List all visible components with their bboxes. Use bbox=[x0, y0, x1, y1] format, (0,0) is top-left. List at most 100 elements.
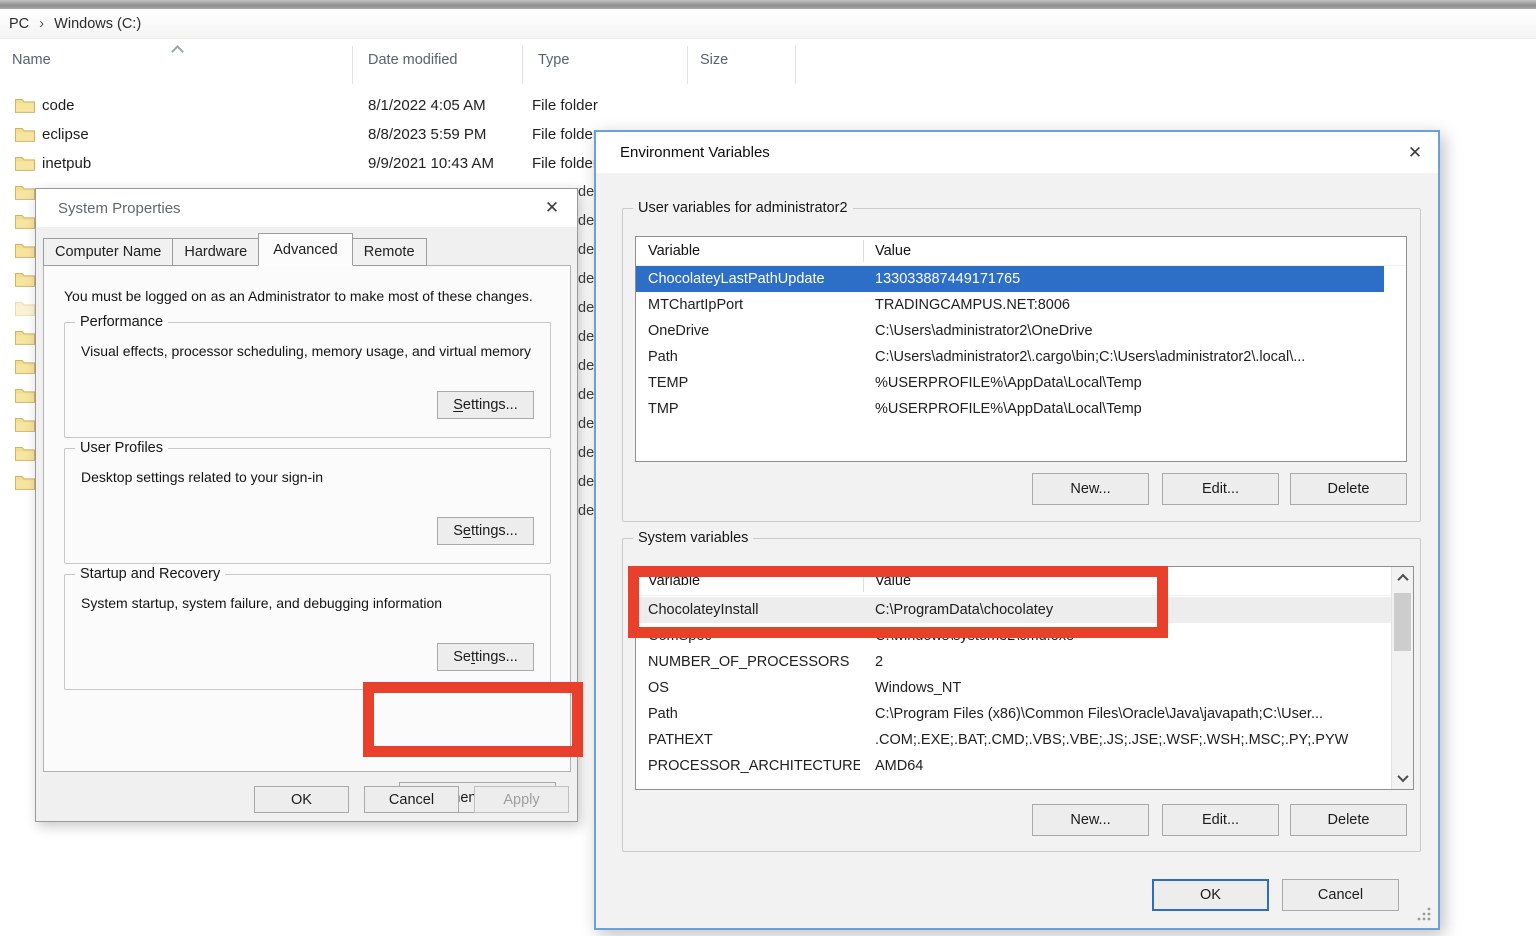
column-divider[interactable] bbox=[863, 570, 864, 592]
table-row[interactable]: Path C:\Users\administrator2\.cargo\bin;… bbox=[636, 344, 1406, 370]
close-icon[interactable]: ✕ bbox=[535, 189, 569, 227]
performance-group: Performance Visual effects, processor sc… bbox=[64, 322, 551, 438]
dialog-title: Environment Variables bbox=[620, 144, 770, 161]
table-row[interactable]: TMP %USERPROFILE%\AppData\Local\Temp bbox=[636, 396, 1406, 422]
clipped-file-type-text: de bbox=[578, 323, 594, 352]
button-mnemonic: e bbox=[463, 523, 471, 539]
cancel-button[interactable]: Cancel bbox=[1282, 879, 1399, 911]
system-edit-button[interactable]: Edit... bbox=[1162, 804, 1279, 836]
file-name[interactable]: inetpub bbox=[42, 149, 91, 178]
system-new-button[interactable]: New... bbox=[1032, 804, 1149, 836]
file-name[interactable]: eclipse bbox=[42, 120, 89, 149]
system-properties-titlebar[interactable]: System Properties ✕ bbox=[36, 189, 577, 227]
folder-icon bbox=[15, 387, 35, 403]
startup-recovery-group: Startup and Recovery System startup, sys… bbox=[64, 574, 551, 690]
table-row[interactable]: PROCESSOR_ARCHITECTURE AMD64 bbox=[636, 753, 1413, 779]
clipped-file-type-text: de bbox=[578, 294, 594, 323]
column-header-value[interactable]: Value bbox=[875, 567, 911, 595]
table-header[interactable]: Variable Value bbox=[636, 237, 1406, 265]
folder-icon bbox=[15, 126, 35, 142]
user-profiles-settings-button[interactable]: Settings... bbox=[437, 517, 534, 545]
table-row[interactable]: ComSpec C:\windows\system32\cmd.exe bbox=[636, 623, 1413, 649]
variable-name: TEMP bbox=[648, 370, 860, 396]
cancel-button[interactable]: Cancel bbox=[364, 786, 459, 813]
column-header-name[interactable]: Name bbox=[12, 52, 51, 68]
variable-value: %USERPROFILE%\AppData\Local\Temp bbox=[875, 370, 1380, 396]
user-new-button[interactable]: New... bbox=[1032, 473, 1149, 505]
clipped-file-type-text: de bbox=[578, 439, 594, 468]
group-description: System startup, system failure, and debu… bbox=[81, 595, 442, 611]
performance-settings-button[interactable]: Settings... bbox=[437, 391, 534, 419]
group-description: Desktop settings related to your sign-in bbox=[81, 469, 323, 485]
ok-button[interactable]: OK bbox=[1152, 879, 1269, 911]
ok-button[interactable]: OK bbox=[254, 786, 349, 813]
column-header-variable[interactable]: Variable bbox=[648, 237, 700, 265]
table-row[interactable]: OS Windows_NT bbox=[636, 675, 1413, 701]
table-row[interactable]: MTChartIpPort TRADINGCAMPUS.NET:8006 bbox=[636, 292, 1406, 318]
breadcrumb-chevron-icon: › bbox=[39, 15, 44, 32]
vertical-scrollbar[interactable] bbox=[1391, 567, 1413, 789]
folder-icon bbox=[15, 97, 35, 113]
column-divider bbox=[687, 46, 688, 84]
button-label: ttings... bbox=[471, 523, 518, 539]
scroll-down-button[interactable] bbox=[1392, 768, 1413, 788]
table-row[interactable]: TEMP %USERPROFILE%\AppData\Local\Temp bbox=[636, 370, 1406, 396]
breadcrumb-current[interactable]: Windows (C:) bbox=[54, 16, 141, 32]
file-name[interactable]: code bbox=[42, 91, 75, 120]
table-row-selected[interactable]: ChocolateyLastPathUpdate 133033887449171… bbox=[636, 266, 1384, 292]
tab-strip: Computer Name Hardware Advanced Remote bbox=[43, 236, 426, 266]
tab-label: Remote bbox=[364, 244, 415, 260]
column-header-date-modified[interactable]: Date modified bbox=[368, 52, 457, 68]
system-variables-table[interactable]: Variable Value ChocolateyInstall C:\Prog… bbox=[635, 566, 1414, 790]
chevron-down-icon bbox=[1397, 771, 1408, 782]
variable-name: PATHEXT bbox=[648, 727, 860, 753]
close-icon[interactable]: ✕ bbox=[1398, 132, 1432, 173]
breadcrumb-root[interactable]: PC bbox=[9, 16, 29, 32]
table-header[interactable]: Variable Value bbox=[636, 567, 1413, 595]
variable-name: ComSpec bbox=[648, 623, 860, 649]
variable-value: C:\Users\administrator2\OneDrive bbox=[875, 318, 1380, 344]
scrollbar-thumb[interactable] bbox=[1394, 593, 1411, 651]
scroll-up-button[interactable] bbox=[1392, 568, 1413, 588]
clipped-file-type-text: de bbox=[578, 178, 594, 207]
variable-name: PROCESSOR_ARCHITECTURE bbox=[648, 753, 860, 779]
tab-hardware[interactable]: Hardware bbox=[172, 238, 259, 266]
table-row[interactable]: NUMBER_OF_PROCESSORS 2 bbox=[636, 649, 1413, 675]
environment-variables-titlebar[interactable]: Environment Variables ✕ bbox=[596, 132, 1438, 174]
user-delete-button[interactable]: Delete bbox=[1290, 473, 1407, 505]
folder-icon bbox=[15, 358, 35, 374]
table-row-selected[interactable]: ChocolateyInstall C:\ProgramData\chocola… bbox=[636, 597, 1392, 623]
user-variables-table[interactable]: Variable Value ChocolateyLastPathUpdate … bbox=[635, 236, 1407, 462]
column-header-type[interactable]: Type bbox=[538, 52, 569, 68]
variable-value: AMD64 bbox=[875, 753, 1387, 779]
system-delete-button[interactable]: Delete bbox=[1290, 804, 1407, 836]
breadcrumb: PC › Windows (C:) bbox=[0, 9, 1536, 39]
folder-icon bbox=[15, 474, 35, 490]
variable-name: ChocolateyInstall bbox=[648, 597, 860, 623]
folder-icon bbox=[15, 155, 35, 171]
column-divider[interactable] bbox=[863, 240, 864, 262]
variable-name: NUMBER_OF_PROCESSORS bbox=[648, 649, 860, 675]
variable-value: 2 bbox=[875, 649, 1387, 675]
clipped-file-type-text: de bbox=[578, 468, 594, 497]
table-row[interactable]: OneDrive C:\Users\administrator2\OneDriv… bbox=[636, 318, 1406, 344]
button-label: tings... bbox=[475, 649, 518, 665]
button-label: S bbox=[453, 523, 463, 539]
clipped-file-type-text: de bbox=[578, 381, 594, 410]
table-row[interactable]: PATHEXT .COM;.EXE;.BAT;.CMD;.VBS;.VBE;.J… bbox=[636, 727, 1413, 753]
button-label: ettings... bbox=[463, 397, 518, 413]
startup-settings-button[interactable]: Settings... bbox=[437, 643, 534, 671]
tab-computer-name[interactable]: Computer Name bbox=[43, 238, 173, 266]
user-edit-button[interactable]: Edit... bbox=[1162, 473, 1279, 505]
clipped-file-type-text: de bbox=[578, 265, 594, 294]
tab-remote[interactable]: Remote bbox=[352, 238, 427, 266]
tab-advanced[interactable]: Advanced bbox=[258, 233, 353, 266]
column-header-size[interactable]: Size bbox=[700, 52, 728, 68]
apply-button[interactable]: Apply bbox=[474, 786, 569, 813]
table-row[interactable]: Path C:\Program Files (x86)\Common Files… bbox=[636, 701, 1413, 727]
variable-name: TMP bbox=[648, 396, 860, 422]
resize-grip-icon[interactable] bbox=[1416, 906, 1432, 922]
column-header-variable[interactable]: Variable bbox=[648, 567, 700, 595]
column-header-value[interactable]: Value bbox=[875, 237, 911, 265]
file-row[interactable]: code 8/1/2022 4:05 AM File folder bbox=[0, 91, 790, 120]
